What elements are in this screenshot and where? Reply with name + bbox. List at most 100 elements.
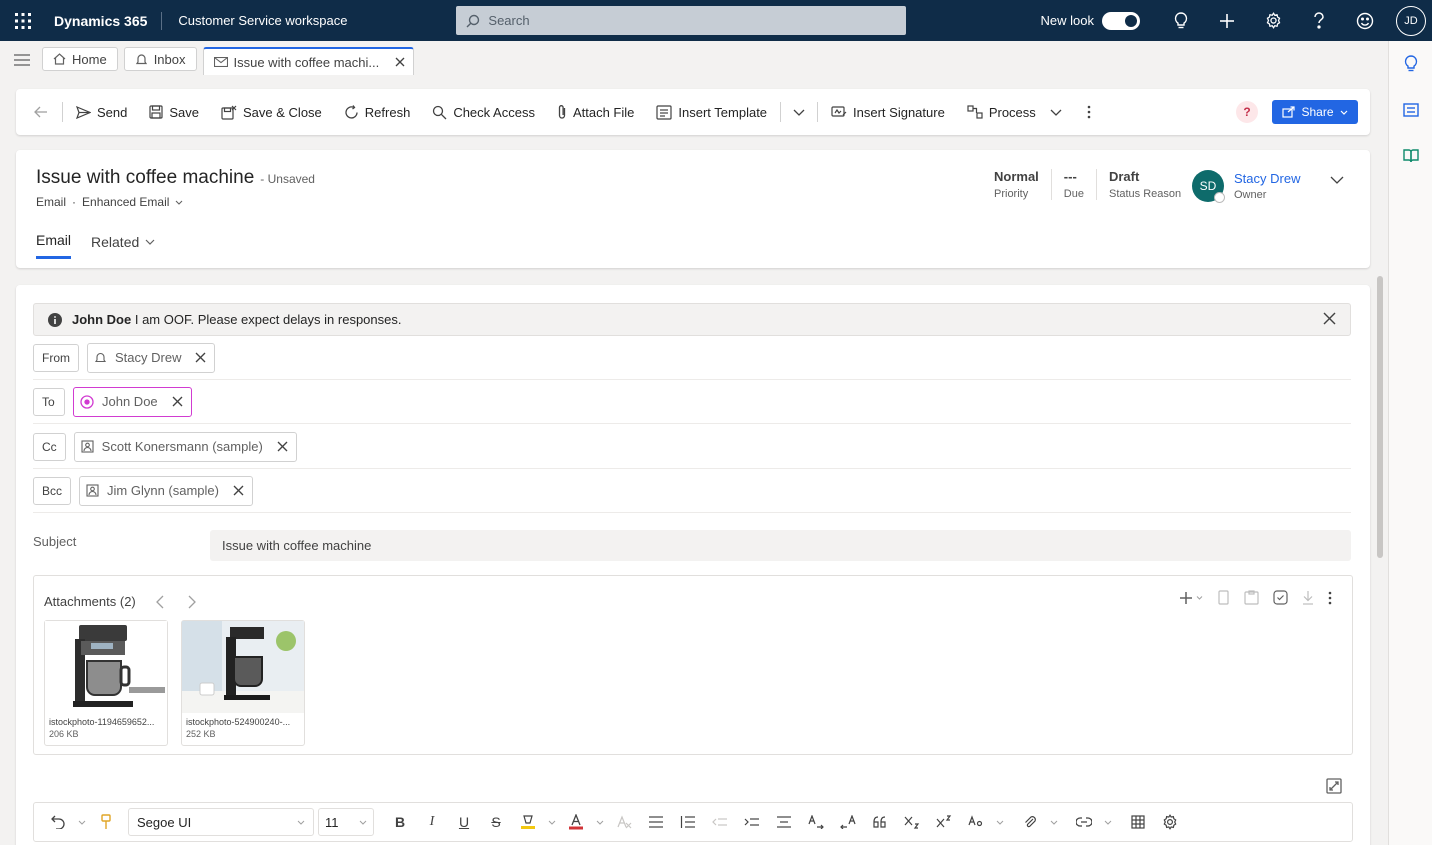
book-icon[interactable] [1389, 133, 1432, 179]
undo-button[interactable] [44, 808, 72, 836]
send-button[interactable]: Send [65, 96, 138, 128]
close-icon[interactable] [195, 352, 206, 363]
editor-settings-button[interactable] [1156, 808, 1184, 836]
quote-button[interactable] [866, 808, 894, 836]
insert-signature-button[interactable]: Insert Signature [820, 96, 956, 128]
close-icon[interactable] [277, 441, 288, 452]
align-button[interactable] [770, 808, 798, 836]
to-label[interactable]: To [33, 387, 65, 416]
format-painter-button[interactable] [92, 808, 120, 836]
bcc-chip[interactable]: Jim Glynn (sample) [79, 475, 253, 506]
text-case-dropdown[interactable] [994, 820, 1006, 825]
attachment-item[interactable]: istockphoto-1194659652... 206 KB [44, 620, 168, 746]
add-attachment-button[interactable] [1179, 591, 1203, 605]
due-field[interactable]: --- Due [1052, 169, 1097, 200]
check-access-button[interactable]: Check Access [421, 96, 546, 128]
lightbulb-icon[interactable] [1389, 41, 1432, 87]
numbered-list-button[interactable] [674, 808, 702, 836]
chevron-left-icon[interactable] [155, 595, 164, 609]
close-icon[interactable] [395, 57, 405, 67]
process-button[interactable]: Process [956, 96, 1073, 128]
insert-image-dropdown[interactable] [1048, 820, 1060, 825]
save-attachment-icon[interactable] [1273, 590, 1288, 605]
more-vertical-icon[interactable] [1328, 591, 1332, 605]
attach-file-button[interactable]: Attach File [546, 96, 645, 128]
save-button[interactable]: Save [138, 96, 210, 128]
priority-field[interactable]: Normal Priority [982, 169, 1052, 200]
subject-input[interactable]: Issue with coffee machine [210, 530, 1351, 561]
tab-related[interactable]: Related [91, 232, 155, 259]
template-dropdown-button[interactable] [783, 96, 815, 128]
expand-editor-button[interactable] [1326, 778, 1342, 794]
share-button[interactable]: Share [1272, 100, 1358, 124]
from-chip[interactable]: Stacy Drew [87, 342, 216, 373]
owner-field[interactable]: SD Stacy Drew Owner [1192, 170, 1300, 203]
lightbulb-icon[interactable] [1158, 0, 1204, 41]
ltr-button[interactable] [802, 808, 830, 836]
font-color-button[interactable] [562, 808, 590, 836]
insert-image-button[interactable] [1016, 808, 1044, 836]
close-icon[interactable] [233, 485, 244, 496]
global-search-input[interactable]: Search [456, 6, 907, 35]
font-color-dropdown[interactable] [594, 820, 606, 825]
increase-indent-button[interactable] [738, 808, 766, 836]
subscript-button[interactable] [898, 808, 926, 836]
attachment-item[interactable]: istockphoto-524900240-... 252 KB [181, 620, 305, 746]
help-icon[interactable] [1296, 0, 1342, 41]
plus-icon[interactable] [1204, 0, 1250, 41]
from-label[interactable]: From [33, 343, 79, 372]
superscript-button[interactable] [930, 808, 958, 836]
app-launcher-icon[interactable] [0, 0, 46, 41]
app-name[interactable]: Customer Service workspace [162, 13, 456, 28]
bullet-list-button[interactable] [642, 808, 670, 836]
highlight-button[interactable] [514, 808, 542, 836]
refresh-button[interactable]: Refresh [333, 96, 422, 128]
list-icon[interactable] [1389, 87, 1432, 133]
strikethrough-button[interactable]: S [482, 808, 510, 836]
insert-link-button[interactable] [1070, 808, 1098, 836]
smiley-feedback-icon[interactable] [1342, 0, 1388, 41]
gear-icon[interactable] [1250, 0, 1296, 41]
help-badge-button[interactable]: ? [1236, 101, 1258, 123]
tab-home[interactable]: Home [42, 47, 118, 71]
back-button[interactable] [26, 96, 60, 128]
form-selector[interactable]: Enhanced Email [82, 195, 183, 209]
hamburger-menu-icon[interactable] [8, 45, 36, 75]
underline-button[interactable]: U [450, 808, 478, 836]
banner-close-button[interactable] [1323, 312, 1336, 325]
decrease-indent-button[interactable] [706, 808, 734, 836]
copy-icon[interactable] [1217, 590, 1230, 605]
status-reason-field[interactable]: Draft Status Reason [1097, 169, 1193, 200]
highlight-dropdown[interactable] [546, 820, 558, 825]
tab-email[interactable]: Email [36, 232, 72, 259]
rtl-button[interactable] [834, 808, 862, 836]
text-case-button[interactable] [962, 808, 990, 836]
owner-name[interactable]: Stacy Drew [1234, 171, 1300, 186]
cc-label[interactable]: Cc [33, 432, 66, 461]
brand-title[interactable]: Dynamics 365 [46, 13, 161, 29]
tab-inbox[interactable]: Inbox [123, 47, 197, 71]
bold-button[interactable]: B [386, 808, 414, 836]
font-size-select[interactable]: 11 [318, 808, 374, 836]
italic-button[interactable]: I [418, 808, 446, 836]
bcc-label[interactable]: Bcc [33, 476, 72, 505]
clear-format-button[interactable] [610, 808, 638, 836]
form-scrollbar[interactable] [1377, 276, 1383, 558]
tab-email-record[interactable]: Issue with coffee machi... [202, 47, 415, 75]
to-chip[interactable]: John Doe [73, 386, 192, 417]
insert-link-dropdown[interactable] [1102, 820, 1114, 825]
insert-template-button[interactable]: Insert Template [645, 96, 778, 128]
user-avatar[interactable]: JD [1396, 5, 1426, 36]
download-icon[interactable] [1302, 590, 1314, 605]
save-close-button[interactable]: Save & Close [210, 96, 333, 128]
expand-header-button[interactable] [1330, 176, 1344, 184]
clipboard-icon[interactable] [1244, 590, 1259, 605]
insert-table-button[interactable] [1124, 808, 1152, 836]
new-look-toggle[interactable] [1102, 11, 1140, 30]
cc-chip[interactable]: Scott Konersmann (sample) [73, 431, 297, 462]
more-commands-button[interactable] [1073, 96, 1105, 128]
close-icon[interactable] [172, 396, 183, 407]
chevron-right-icon[interactable] [188, 595, 196, 609]
undo-dropdown[interactable] [76, 820, 88, 825]
font-family-select[interactable]: Segoe UI [128, 808, 314, 836]
